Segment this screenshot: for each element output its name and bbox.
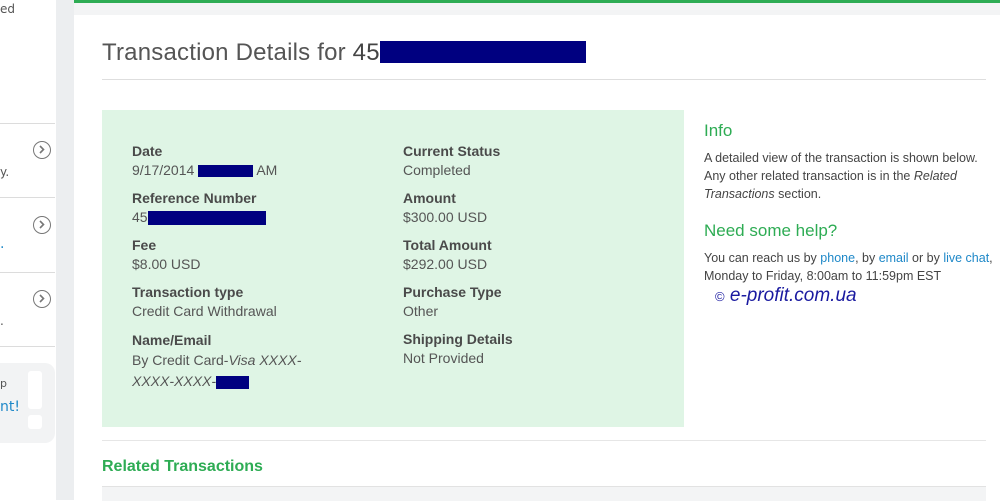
alert-widget: p nt! [0,363,55,443]
exclamation-dot [28,415,42,429]
field-transaction-type: Transaction type Credit Card Withdrawal [132,283,372,321]
date-value: 9/17/2014 [132,162,195,178]
field-value: 9/17/2014 AM [132,161,372,180]
field-value: $292.00 USD [403,256,488,272]
help-text-part: , by [855,251,879,265]
field-value: Not Provided [403,350,484,366]
help-text-part: or by [908,251,944,265]
main-content: Transaction Details for 45 Date 9/17/201… [74,15,1000,501]
field-label: Name/Email [132,332,212,348]
field-label: Transaction type [132,284,244,300]
watermark-text: e-profit.com.ua [729,285,857,306]
phone-link[interactable]: phone [820,251,855,265]
chevron-right-icon[interactable] [33,216,51,234]
field-label: Amount [403,190,456,206]
watermark: © e-profit.com.ua [715,285,857,307]
field-fee: Fee $8.00 USD [132,236,372,274]
field-amount: Amount $300.00 USD [403,189,643,227]
related-transactions-table-header [102,486,986,501]
info-heading: Info [704,121,733,140]
divider [0,197,55,198]
email-link[interactable]: email [879,251,909,265]
field-shipping-details: Shipping Details Not Provided [403,330,643,368]
sidebar-link[interactable]: . [0,236,4,252]
sidebar-text: . [0,314,4,328]
time-suffix: AM [256,162,278,178]
field-value: Other [403,303,439,319]
divider [102,440,986,441]
help-heading: Need some help? [704,221,838,240]
field-label: Purchase Type [403,284,502,300]
field-current-status: Current Status Completed [403,142,643,180]
reference-value: 45 [132,209,148,225]
divider [0,346,55,347]
field-date: Date 9/17/2014 AM [132,142,372,180]
field-value: $300.00 USD [403,209,488,225]
info-text-part: section. [774,187,822,201]
divider [0,123,55,124]
redaction [216,375,250,389]
widget-text: p [0,377,7,390]
sidebar-gutter [56,0,74,500]
field-label: Current Status [403,143,501,159]
redaction [379,40,586,63]
field-label: Reference Number [132,190,257,206]
title-id: 45 [352,39,380,66]
field-purchase-type: Purchase Type Other [403,283,643,321]
page-title: Transaction Details for 45 [102,39,586,67]
field-total-amount: Total Amount $292.00 USD [403,236,643,274]
info-panel: Info A detailed view of the transaction … [704,121,994,285]
divider [102,79,986,80]
field-value: $8.00 USD [132,256,201,272]
live-chat-link[interactable]: live chat [943,251,989,265]
name-value: By Credit Card- [132,352,229,368]
field-label: Total Amount [403,237,492,253]
field-label: Fee [132,237,157,253]
field-label: Shipping Details [403,331,513,347]
transaction-details-card: Date 9/17/2014 AM Reference Number 45 Fe… [102,110,684,427]
sidebar-text: ed [0,2,15,16]
redaction [147,211,266,226]
sidebar: ed y. . . p nt! [0,0,74,500]
redaction [198,165,254,178]
field-value: Credit Card Withdrawal [132,303,277,319]
info-text: A detailed view of the transaction is sh… [704,149,994,203]
field-value: By Credit Card-Visa XXXX-XXXX-XXXX- [132,350,342,392]
title-prefix: Transaction Details for [102,39,353,66]
help-text-part: You can reach us by [704,251,821,265]
divider [0,272,55,273]
sidebar-text: y. [0,165,10,179]
field-value: 45 [132,208,372,227]
field-label: Date [132,143,163,159]
chevron-right-icon[interactable] [33,141,51,159]
field-reference-number: Reference Number 45 [132,189,372,227]
copyright-icon: © [715,289,725,304]
field-value: Completed [403,162,471,178]
exclamation-icon [28,371,42,409]
top-strip [74,3,1000,15]
widget-link[interactable]: nt! [0,399,20,415]
field-name-email: Name/Email By Credit Card-Visa XXXX-XXXX… [132,331,342,392]
chevron-right-icon[interactable] [33,290,51,308]
help-text: You can reach us by phone, by email or b… [704,249,994,285]
related-transactions-heading: Related Transactions [102,458,263,475]
